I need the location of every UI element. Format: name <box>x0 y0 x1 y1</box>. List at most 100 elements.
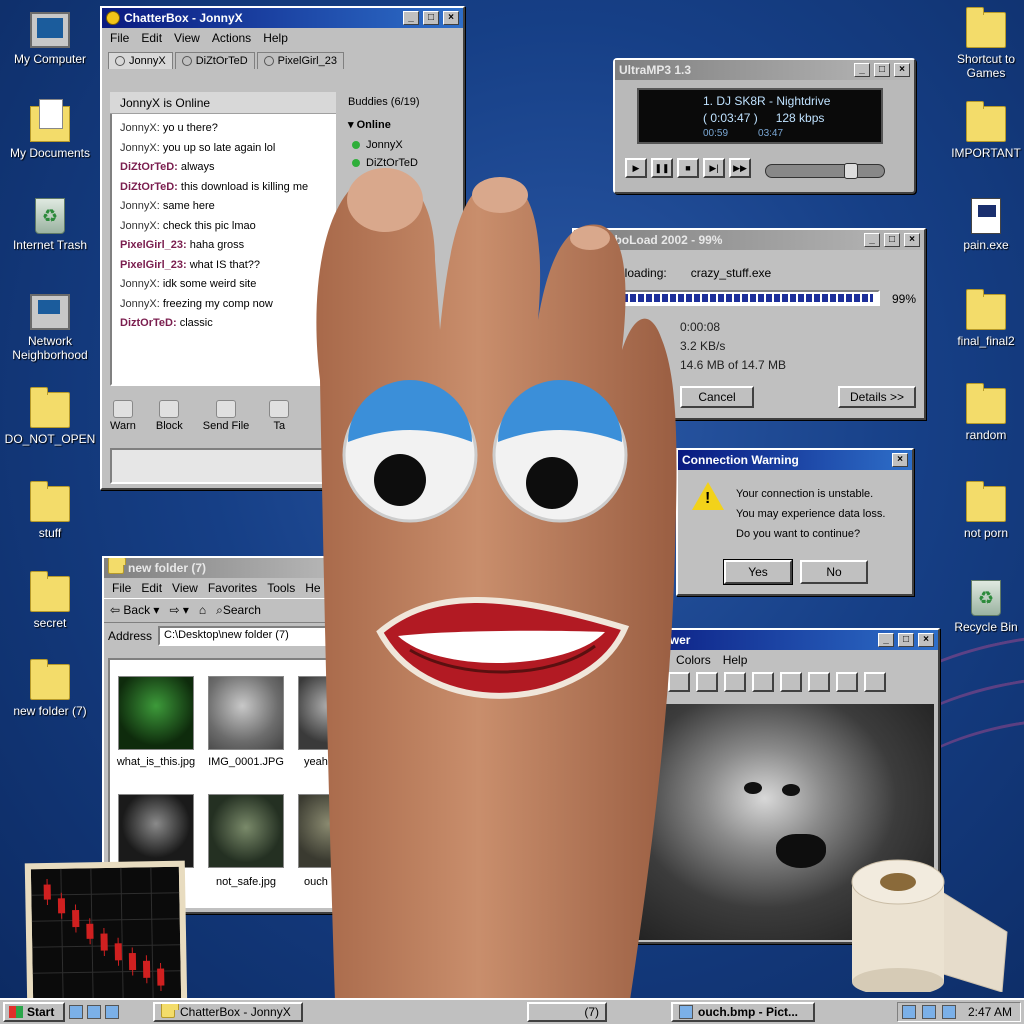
forward-button[interactable]: ⇨ ▾ <box>169 603 188 618</box>
mp3-volume-slider[interactable] <box>765 163 885 179</box>
explorer-menu-item[interactable]: File <box>112 581 131 595</box>
print-icon[interactable] <box>864 672 886 692</box>
desktop-icon-left-5[interactable]: stuff <box>4 481 96 540</box>
rotate-left-icon[interactable] <box>696 672 718 692</box>
chat-tab[interactable]: JonnyX <box>108 52 173 69</box>
file-label[interactable]: what_is_this.jpg <box>110 756 206 768</box>
download-close-button[interactable]: × <box>904 233 920 247</box>
paste-icon[interactable] <box>808 672 830 692</box>
chat-tab[interactable]: PixelGirl_23 <box>256 52 344 69</box>
mp3-minimize-button[interactable]: _ <box>854 63 870 77</box>
desktop-icon-left-3[interactable]: Network Neighborhood <box>4 294 96 362</box>
download-details-button[interactable]: Details >> <box>838 386 916 408</box>
download-cancel-button[interactable]: Cancel <box>680 386 754 408</box>
viewer-maximize-button[interactable]: □ <box>898 633 914 647</box>
task-folder-icon <box>161 1004 179 1018</box>
search-icon: ⌕ <box>216 603 223 617</box>
file-label[interactable]: IMG_0001.JPG <box>196 756 296 768</box>
warning-titlebar[interactable]: Connection Warning × <box>678 450 912 470</box>
file-thumb-not-safe[interactable] <box>208 794 284 868</box>
desktop-icon-left-7[interactable]: new folder (7) <box>4 659 96 718</box>
mp3-time: ( 0:03:47 ) <box>703 111 758 125</box>
chat-titlebar[interactable]: ChatterBox - JonnyX _ □ × <box>102 8 463 28</box>
desktop-icon-left-1[interactable]: My Documents <box>4 99 96 160</box>
chat-message: JonnyX: check this pic lmao <box>120 220 326 240</box>
explorer-menu-item[interactable]: Edit <box>141 581 162 595</box>
task-picture-viewer[interactable]: ouch.bmp - Pict... <box>671 1002 815 1022</box>
up-folder-icon[interactable]: ⌂ <box>199 603 206 618</box>
globe-tray-icon[interactable] <box>941 1005 956 1019</box>
close-button[interactable]: × <box>443 11 459 25</box>
warning-line-3: Do you want to continue? <box>736 528 861 540</box>
download-size: 14.6 MB of 14.7 MB <box>680 358 787 372</box>
file-thumb-what-is-this[interactable] <box>118 676 194 750</box>
clock: 2:47 AM <box>967 1005 1012 1019</box>
desktop-icon-right-6[interactable]: ♻ Recycle Bin <box>940 580 1024 634</box>
desktop-icon-right-3[interactable]: final_final2 <box>940 289 1024 348</box>
chat-menu-item[interactable]: View <box>174 31 200 45</box>
chat-menu-item[interactable]: Edit <box>141 31 162 45</box>
mp3-close-button[interactable]: × <box>894 63 910 77</box>
my-computer-icon <box>30 12 70 48</box>
chat-menu-item[interactable]: File <box>110 31 129 45</box>
desktop-icon-left-2[interactable]: ♻ Internet Trash <box>4 198 96 252</box>
chat-tool-1[interactable]: Block <box>156 400 183 432</box>
chat-menu-item[interactable]: Actions <box>212 31 251 45</box>
warning-yes-button[interactable]: Yes <box>723 559 793 585</box>
buddies-header: Buddies (6/19) <box>348 96 420 108</box>
download-maximize-button[interactable]: □ <box>884 233 900 247</box>
desktop-icon-right-0[interactable]: Shortcut to Games <box>940 7 1024 80</box>
viewer-menu-item[interactable]: Help <box>723 653 748 667</box>
warning-close-button[interactable]: × <box>892 453 908 467</box>
desktop-icon-left-4[interactable]: DO_NOT_OPEN <box>4 387 96 446</box>
chat-message: DiZtOrTeD: always <box>120 161 326 181</box>
chat-tool-2[interactable]: Send File <box>203 400 249 432</box>
desktop-icon-right-4[interactable]: random <box>940 383 1024 442</box>
network-tray-icon[interactable] <box>901 1005 916 1019</box>
search-button[interactable]: ⌕Search <box>216 603 261 618</box>
viewer-close-button[interactable]: × <box>918 633 934 647</box>
desktop-icon-right-1[interactable]: IMPORTANT <box>940 101 1024 160</box>
volume-tray-icon[interactable] <box>921 1005 936 1019</box>
chat-menubar: File Edit View Actions Help <box>102 28 463 48</box>
ie-quicklaunch-icon[interactable] <box>69 1005 83 1019</box>
file-thumb-face[interactable] <box>118 794 194 868</box>
chat-tool-0[interactable]: Warn <box>110 400 136 432</box>
minimize-button[interactable]: _ <box>403 11 419 25</box>
file-thumb-img-0001[interactable] <box>208 676 284 750</box>
desktop-quicklaunch-icon[interactable] <box>105 1005 119 1019</box>
task-chatterbox[interactable]: ChatterBox - JonnyX <box>153 1002 303 1022</box>
mp3-volume-knob[interactable] <box>844 163 858 179</box>
internet-trash-icon: ♻ <box>35 198 65 234</box>
desktop-icon-right-5[interactable]: not porn <box>940 481 1024 540</box>
save-icon[interactable] <box>836 672 858 692</box>
task-new-folder[interactable]: (7) <box>527 1002 607 1022</box>
fast-forward-button[interactable]: ▶▶ <box>729 158 751 178</box>
back-button[interactable]: ⇦ Back ▾ <box>110 603 159 618</box>
mp3-maximize-button[interactable]: □ <box>874 63 890 77</box>
explorer-menu-item[interactable]: Tools <box>267 581 295 595</box>
chat-tool-3[interactable]: Ta <box>269 400 290 432</box>
desktop-icon-left-0[interactable]: My Computer <box>4 12 96 66</box>
download-minimize-button[interactable]: _ <box>864 233 880 247</box>
outlook-quicklaunch-icon[interactable] <box>87 1005 101 1019</box>
explorer-menu-item[interactable]: View <box>172 581 198 595</box>
maximize-button[interactable]: □ <box>423 11 439 25</box>
chat-title: ChatterBox - JonnyX <box>124 11 243 25</box>
file-label[interactable]: not_safe.jpg <box>196 876 296 888</box>
chat-menu-item[interactable]: Help <box>263 31 288 45</box>
start-button[interactable]: Start <box>3 1002 65 1022</box>
rotate-right-icon[interactable] <box>724 672 746 692</box>
next-button[interactable]: ▶| <box>703 158 725 178</box>
explorer-menu-item[interactable]: Favorites <box>208 581 257 595</box>
desktop-icon-right-2[interactable]: pain.exe <box>940 198 1024 252</box>
chat-tab[interactable]: DiZtOrTeD <box>174 52 255 69</box>
desktop-icon-left-6[interactable]: secret <box>4 571 96 630</box>
connection-warning-dialog[interactable]: Connection Warning × ! Your connection i… <box>676 448 914 596</box>
chat-text: haha gross <box>189 239 245 251</box>
find-icon[interactable] <box>752 672 774 692</box>
viewer-minimize-button[interactable]: _ <box>878 633 894 647</box>
mp3-titlebar[interactable]: UltraMP3 1.3 _ □ × <box>615 60 914 80</box>
warning-no-button[interactable]: No <box>800 560 868 584</box>
copy-icon[interactable] <box>780 672 802 692</box>
